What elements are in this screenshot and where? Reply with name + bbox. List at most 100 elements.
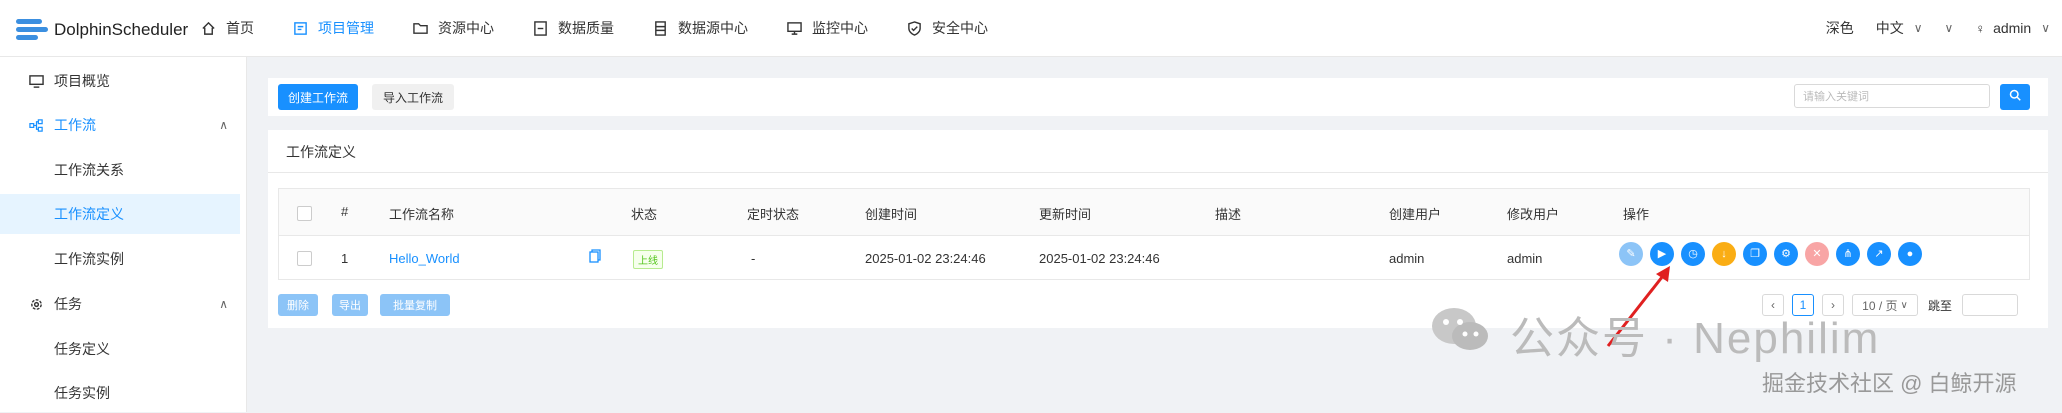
run-icon: ▶ xyxy=(1657,247,1667,260)
logo[interactable]: DolphinScheduler xyxy=(12,16,188,44)
sidebar-item-task-instance[interactable]: 任务实例 xyxy=(0,373,246,413)
delete-button[interactable]: ✕ xyxy=(1805,242,1829,266)
nav-home[interactable]: 首页 xyxy=(200,0,254,56)
sidebar-item-label: 任务实例 xyxy=(54,385,110,401)
nav-security[interactable]: 安全中心 xyxy=(906,0,988,56)
row-checkbox[interactable] xyxy=(297,251,312,266)
row-update-time: 2025-01-02 23:24:46 xyxy=(1039,251,1160,266)
sidebar-item-label: 任务定义 xyxy=(54,341,110,357)
workflow-icon xyxy=(28,117,44,133)
sidebar-item-task-definition[interactable]: 任务定义 xyxy=(0,329,246,369)
chevron-down-icon[interactable]: ∨ xyxy=(1945,21,1954,35)
delete-icon: ✕ xyxy=(1812,247,1822,260)
version-button[interactable]: ● xyxy=(1898,242,1922,266)
nav-datasource[interactable]: 数据源中心 xyxy=(652,0,748,56)
col-name: 工作流名称 xyxy=(389,207,455,222)
header-right: 深色 中文 ∨ ∨ ♀ admin ∨ xyxy=(1804,0,2050,56)
overview-icon xyxy=(28,73,44,89)
row-create-time: 2025-01-02 23:24:46 xyxy=(865,251,986,266)
workflow-name-link[interactable]: Hello_World xyxy=(389,251,460,266)
user-menu[interactable]: ♀ admin ∨ xyxy=(1975,20,2050,36)
divider xyxy=(268,172,2048,173)
timing-button[interactable]: ◷ xyxy=(1681,242,1705,266)
watermark-line1: 公众号 · Nephilim xyxy=(1510,314,1881,363)
sidebar-item-workflow[interactable]: 工作流 ∧ xyxy=(0,105,246,145)
offline-button[interactable]: ↓ xyxy=(1712,242,1736,266)
table-header xyxy=(279,189,2029,236)
col-schedule-status: 定时状态 xyxy=(747,207,800,222)
main-nav: 首页 项目管理 资源中心 数据质量 数据源中心 监控中心 安全中心 xyxy=(200,0,1026,56)
row-schedule-status: - xyxy=(751,251,756,266)
delete-button[interactable]: 删除 xyxy=(278,294,318,316)
create-workflow-button[interactable]: 创建工作流 xyxy=(278,84,358,110)
home-icon xyxy=(200,20,216,36)
nav-security-label: 安全中心 xyxy=(932,20,988,36)
app-title: DolphinScheduler xyxy=(54,20,189,39)
export-button[interactable]: ↗ xyxy=(1867,242,1891,266)
project-icon xyxy=(292,20,308,36)
chevron-down-icon: ∨ xyxy=(1900,299,1908,311)
timing-icon: ◷ xyxy=(1688,247,1698,260)
watermark: 公众号 · Nephilim xyxy=(1430,302,1880,366)
goto-page-input[interactable] xyxy=(1962,294,2018,316)
datasource-icon xyxy=(652,20,668,36)
workflow-table: # 工作流名称 状态 定时状态 创建时间 更新时间 描述 创建用户 修改用户 操… xyxy=(278,188,2030,280)
user-icon: ♀ xyxy=(1975,20,1986,36)
copy-icon[interactable] xyxy=(589,249,601,268)
language-label: 中文 xyxy=(1875,20,1904,36)
export-button[interactable]: 导出 xyxy=(332,294,368,316)
search-input[interactable]: 请输入关键词 xyxy=(1794,84,1990,108)
sidebar-item-label: 任务 xyxy=(54,296,82,312)
col-modify-user: 修改用户 xyxy=(1507,207,1560,222)
theme-toggle[interactable]: 深色 xyxy=(1826,18,1854,38)
wechat-icon xyxy=(1430,304,1490,365)
col-update-time: 更新时间 xyxy=(1039,207,1092,222)
search-icon xyxy=(2009,88,2021,106)
nav-quality-label: 数据质量 xyxy=(558,20,614,36)
search-button[interactable] xyxy=(2000,84,2030,110)
nav-quality[interactable]: 数据质量 xyxy=(532,0,614,56)
sidebar-item-workflow-definition[interactable]: 工作流定义 xyxy=(0,194,240,234)
monitor-icon xyxy=(786,20,802,36)
row-create-user: admin xyxy=(1389,251,1425,266)
nav-project-label: 项目管理 xyxy=(318,20,374,36)
import-workflow-button[interactable]: 导入工作流 xyxy=(372,84,454,110)
offline-icon: ↓ xyxy=(1721,247,1727,260)
nav-project[interactable]: 项目管理 xyxy=(292,0,374,56)
toolbar: 创建工作流 导入工作流 请输入关键词 xyxy=(268,78,2048,116)
sidebar-item-workflow-instance[interactable]: 工作流实例 xyxy=(0,239,246,279)
goto-label: 跳至 xyxy=(1928,299,1953,313)
col-index: # xyxy=(341,204,349,219)
sidebar-item-overview[interactable]: 项目概览 xyxy=(0,61,246,101)
sidebar-item-label: 工作流关系 xyxy=(54,162,124,178)
language-select[interactable]: 中文 ∨ xyxy=(1876,18,1923,38)
watermark-line2: 掘金技术社区 @ 白鲸开源 xyxy=(1762,371,2017,396)
version-icon: ● xyxy=(1906,247,1914,260)
sidebar-item-task[interactable]: 任务 ∧ xyxy=(0,284,246,324)
shield-icon xyxy=(906,20,922,36)
nav-resource-label: 资源中心 xyxy=(438,20,494,36)
sidebar-item-workflow-relation[interactable]: 工作流关系 xyxy=(0,150,246,190)
sidebar-item-label: 工作流实例 xyxy=(54,251,124,267)
dolphin-logo-icon xyxy=(12,16,50,44)
sidebar-item-label: 工作流 xyxy=(54,117,96,133)
nav-monitor-label: 监控中心 xyxy=(812,20,868,36)
select-all-checkbox[interactable] xyxy=(297,206,312,221)
folder-icon xyxy=(412,20,428,36)
tree-icon: ⋔ xyxy=(1843,247,1853,260)
nav-resource[interactable]: 资源中心 xyxy=(412,0,494,56)
top-bar: DolphinScheduler 首页 项目管理 资源中心 数据质量 数据源中心… xyxy=(0,0,2062,57)
sidebar-item-label: 项目概览 xyxy=(54,73,110,89)
quality-icon xyxy=(532,20,548,36)
gear-icon: ⚙ xyxy=(1781,247,1791,260)
col-status: 状态 xyxy=(631,207,658,222)
gear-button[interactable]: ⚙ xyxy=(1774,242,1798,266)
status-badge: 上线 xyxy=(633,250,663,269)
batch-copy-button[interactable]: 批量复制 xyxy=(380,294,450,316)
nav-monitor[interactable]: 监控中心 xyxy=(786,0,868,56)
col-operation: 操作 xyxy=(1623,207,1650,222)
row-index: 1 xyxy=(341,251,349,266)
chevron-down-icon: ∨ xyxy=(1913,21,1923,35)
tree-button[interactable]: ⋔ xyxy=(1836,242,1860,266)
copy-button[interactable]: ❐ xyxy=(1743,242,1767,266)
